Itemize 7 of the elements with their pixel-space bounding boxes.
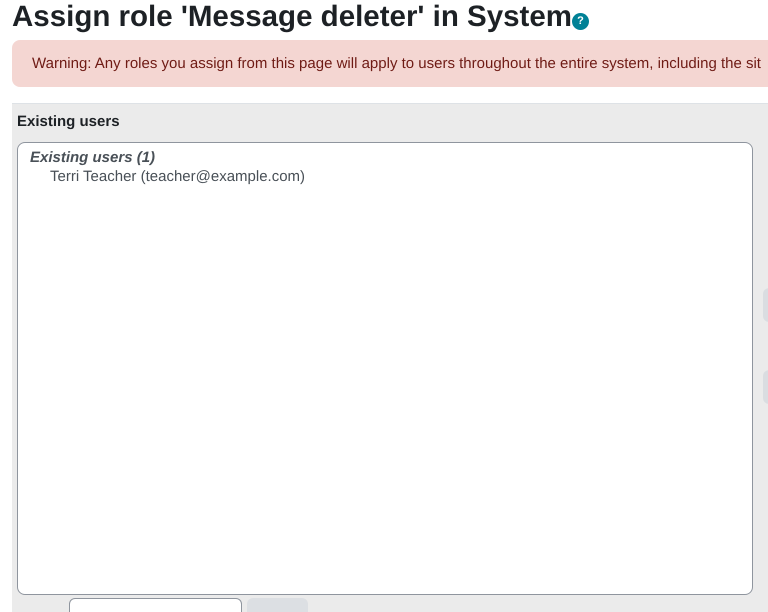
group-label: Existing users (1) [30, 149, 156, 167]
page-title: Assign role 'Message deleter' in System [12, 0, 572, 33]
users-listbox[interactable]: Existing users (1) Terri Teacher (teacher@example.com) [17, 142, 753, 595]
section-label: Existing users [17, 113, 121, 130]
help-icon[interactable]: ? [572, 12, 589, 30]
warning-text: Warning: Any roles you assign from this page will apply to users throughout the entire system, including the sit [32, 55, 761, 72]
user-option[interactable]: Terri Teacher (teacher@example.com) [30, 167, 740, 187]
